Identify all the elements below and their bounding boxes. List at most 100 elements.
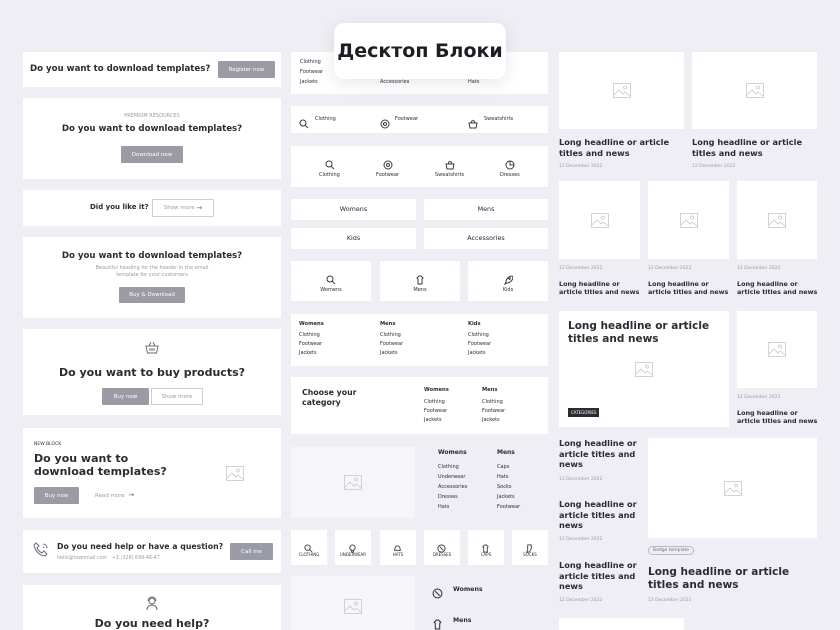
tile-label[interactable]: Footwear — [376, 171, 399, 180]
list-item[interactable]: Footwear — [299, 340, 322, 349]
list-item[interactable]: Jackets — [468, 349, 486, 358]
small-tile-socks[interactable]: SOCKS — [512, 530, 548, 565]
list-item[interactable]: Footwear — [468, 340, 491, 349]
list-item[interactable]: Jackets — [299, 349, 317, 358]
tile-label: Mens — [413, 287, 427, 293]
small-tile-clothing[interactable]: CLOTHING — [291, 530, 327, 565]
list-item[interactable]: Jackets — [482, 416, 500, 425]
headline-line: Long headline or — [559, 560, 637, 570]
cat-button-label: Accessories — [467, 234, 505, 242]
categories-badge[interactable]: CATEGORIES — [568, 408, 600, 417]
buy-download-button[interactable]: Buy & Download — [119, 287, 185, 303]
list-item[interactable]: Footwear — [424, 407, 447, 416]
list-item[interactable]: Clothing — [438, 463, 459, 472]
article-headline[interactable]: Long headline or article titles and news — [737, 409, 821, 425]
list-item[interactable]: Jackets — [300, 78, 318, 87]
tile-label[interactable]: Sweatshirts — [435, 171, 464, 180]
article-date: 12 December 2022 — [559, 598, 603, 603]
show-more-button[interactable]: Show more → — [152, 199, 214, 217]
article-headline[interactable]: Long headline or article titles and news — [692, 137, 817, 158]
article-image — [648, 181, 729, 259]
download-now-button[interactable]: Download now — [121, 146, 183, 163]
list-item[interactable]: Jackets — [497, 493, 515, 502]
cat-button-kids[interactable]: Kids — [291, 228, 416, 249]
article-headline[interactable]: Long headline or article titles and news — [648, 280, 732, 296]
side-list-item[interactable]: Mens — [453, 617, 471, 624]
tile-label[interactable]: Dresses — [500, 171, 520, 180]
badge-template[interactable]: Badge template — [648, 546, 695, 555]
tile-label[interactable]: Clothing — [319, 171, 340, 180]
side-list-item[interactable]: Womens — [453, 586, 483, 593]
big-tile-womens[interactable]: Womens — [291, 261, 371, 301]
headline-line: article titles and — [559, 448, 636, 459]
list-item[interactable]: Underwear — [438, 473, 465, 482]
small-tile-caps[interactable]: CAPS — [468, 530, 504, 565]
banner-new-block: NEW BLOCK Do you want to download templa… — [23, 428, 281, 518]
list-item[interactable]: Footwear — [380, 340, 403, 349]
small-tile-underwear[interactable]: UNDERWEAR — [335, 530, 371, 565]
big-tile-kids[interactable]: Kids — [468, 261, 548, 301]
article-date: 12 December 2022 — [737, 395, 781, 400]
big-headline-line2[interactable]: titles and news — [648, 579, 739, 591]
article-date: 12 December 2022 — [559, 537, 603, 542]
small-tile-hats[interactable]: HATS — [380, 530, 416, 565]
banner-download: PREMIUM RESOURCES Do you want to downloa… — [23, 98, 281, 179]
list-item[interactable]: Clothing — [482, 398, 503, 407]
big-tile-mens[interactable]: Mens — [380, 261, 460, 301]
list-item[interactable]: Hats — [468, 78, 479, 87]
article-headline[interactable]: Long headline or article titles and news — [737, 280, 821, 296]
headline-line: article titles and — [559, 509, 636, 520]
list-item[interactable]: Socks — [497, 483, 511, 492]
call-me-button[interactable]: Call me — [230, 543, 273, 560]
list-item[interactable]: Footwear — [497, 503, 520, 512]
cat-button-womens[interactable]: Womens — [291, 199, 416, 220]
list-item[interactable]: Clothing — [380, 331, 401, 340]
icon-row-label[interactable]: Clothing — [315, 115, 336, 124]
list-item[interactable]: Clothing — [300, 58, 321, 67]
list-item[interactable]: Caps — [497, 463, 509, 472]
banner-title: Did you like it? — [90, 203, 149, 211]
list-item[interactable]: Clothing — [299, 331, 320, 340]
big-headline-line1[interactable]: Long headline or article — [648, 566, 789, 578]
icon-row-label[interactable]: Footwear — [395, 115, 418, 124]
search-icon — [325, 155, 335, 170]
article-headline[interactable]: Long headline or article titles and news — [559, 499, 643, 531]
show-more-button[interactable]: Show more — [151, 388, 203, 405]
gear-icon — [383, 155, 393, 170]
tile-label: UNDERWEAR — [339, 552, 367, 557]
icon-row-label[interactable]: Sweatshirts — [484, 115, 513, 124]
list-item[interactable]: Jackets — [424, 416, 442, 425]
list-item[interactable]: Accessories — [438, 483, 467, 492]
read-more-link[interactable]: Read more → — [95, 491, 134, 499]
article-headline[interactable]: Long headline or article titles and news — [559, 560, 643, 592]
list-item[interactable]: Clothing — [424, 398, 445, 407]
article-date: 12 December 2022 — [648, 266, 692, 271]
article-headline[interactable]: Long headline or article titles and news — [559, 280, 643, 296]
buy-now-button[interactable]: Buy now — [102, 388, 149, 405]
list-title: Womens — [299, 321, 324, 327]
article-headline[interactable]: Long headline or article titles and news — [559, 137, 684, 158]
banner-subtitle: Beautiful heading for the header in the … — [95, 265, 209, 271]
list-item[interactable]: Dresses — [438, 493, 458, 502]
arrow-right-icon: → — [196, 204, 203, 212]
cat-button-mens[interactable]: Mens — [424, 199, 548, 220]
list-item[interactable]: Hats — [497, 473, 508, 482]
buy-now-button[interactable]: Buy now — [34, 487, 79, 504]
article-headline[interactable]: Long headline or article titles and news — [559, 438, 643, 470]
image-placeholder — [220, 461, 250, 485]
register-now-button[interactable]: Register now — [218, 61, 275, 78]
list-item[interactable]: Jackets — [380, 349, 398, 358]
featured-article-card[interactable]: Long headline or article titles and news… — [559, 311, 729, 427]
category-lists: Womens Clothing Footwear Jackets Mens Cl… — [291, 314, 548, 366]
list-item[interactable]: Accessories — [380, 78, 409, 87]
headline-line: article titles and — [559, 570, 636, 581]
list-title: Womens — [438, 449, 467, 456]
banner-title: Do you want to download templates? — [61, 124, 243, 134]
small-tile-dresses[interactable]: DRESSES — [424, 530, 460, 565]
list-item[interactable]: Footwear — [482, 407, 505, 416]
list-item[interactable]: Hats — [438, 503, 449, 512]
circle-icon — [437, 538, 446, 553]
list-item[interactable]: Footwear — [300, 68, 323, 77]
cat-button-accessories[interactable]: Accessories — [424, 228, 548, 249]
list-item[interactable]: Clothing — [468, 331, 489, 340]
